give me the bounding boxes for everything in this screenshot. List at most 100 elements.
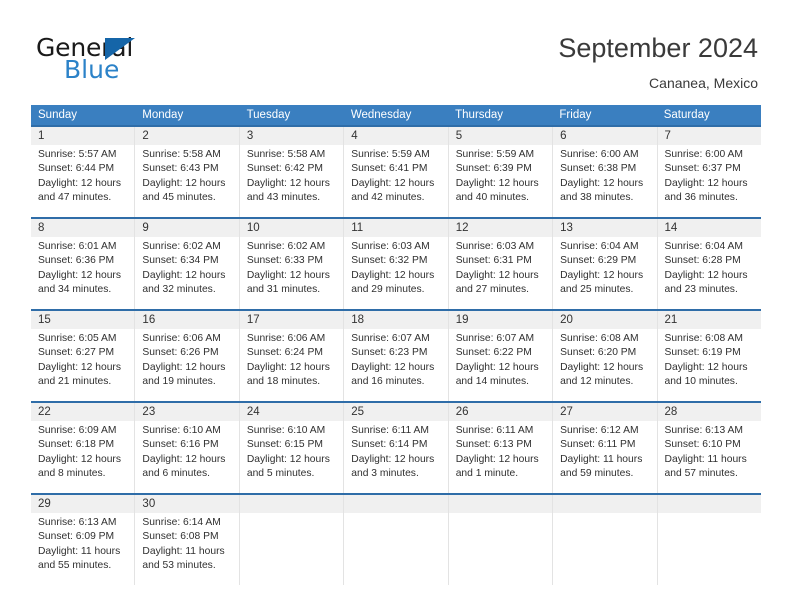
day-number[interactable]: 9 bbox=[135, 219, 240, 237]
sunrise-text: Sunrise: 5:58 AM bbox=[142, 149, 221, 160]
daylight-text-line1: Daylight: 12 hours bbox=[38, 177, 121, 189]
day-number[interactable]: 15 bbox=[31, 311, 136, 329]
page-location: Cananea, Mexico bbox=[649, 75, 758, 91]
day-number[interactable]: 29 bbox=[31, 495, 136, 513]
sunrise-text: Sunrise: 6:00 AM bbox=[664, 149, 743, 160]
daylight-text-line1: Daylight: 12 hours bbox=[142, 177, 226, 189]
day-cell[interactable]: Sunrise: 6:11 AM Sunset: 6:14 PM Dayligh… bbox=[344, 421, 449, 493]
sunset-text: Sunset: 6:20 PM bbox=[560, 347, 637, 359]
day-number[interactable]: 12 bbox=[449, 219, 554, 237]
day-number[interactable]: 27 bbox=[553, 403, 658, 421]
day-cell[interactable]: Sunrise: 6:12 AM Sunset: 6:11 PM Dayligh… bbox=[553, 421, 658, 493]
day-number[interactable]: 1 bbox=[31, 127, 136, 145]
daylight-text-line1: Daylight: 12 hours bbox=[142, 269, 226, 281]
day-number[interactable]: 13 bbox=[553, 219, 658, 237]
day-cell[interactable]: Sunrise: 5:59 AM Sunset: 6:41 PM Dayligh… bbox=[344, 145, 449, 217]
day-number[interactable]: 7 bbox=[658, 127, 761, 145]
day-cell[interactable]: Sunrise: 6:03 AM Sunset: 6:32 PM Dayligh… bbox=[344, 237, 449, 309]
daylight-text-line1: Daylight: 12 hours bbox=[351, 269, 435, 281]
day-cell[interactable]: Sunrise: 6:04 AM Sunset: 6:29 PM Dayligh… bbox=[553, 237, 658, 309]
day-cell[interactable]: Sunrise: 6:10 AM Sunset: 6:15 PM Dayligh… bbox=[240, 421, 345, 493]
day-cell[interactable]: Sunrise: 6:02 AM Sunset: 6:33 PM Dayligh… bbox=[240, 237, 345, 309]
sunrise-text: Sunrise: 5:59 AM bbox=[455, 149, 535, 160]
day-cell[interactable]: Sunrise: 6:00 AM Sunset: 6:38 PM Dayligh… bbox=[553, 145, 658, 217]
day-cell[interactable]: Sunrise: 6:13 AM Sunset: 6:09 PM Dayligh… bbox=[31, 513, 136, 585]
day-number[interactable]: 8 bbox=[31, 219, 136, 237]
day-number[interactable]: 28 bbox=[658, 403, 761, 421]
daylight-text-line2: and 36 minutes. bbox=[664, 191, 738, 203]
day-cell[interactable]: Sunrise: 5:59 AM Sunset: 6:39 PM Dayligh… bbox=[449, 145, 554, 217]
daylight-text-line1: Daylight: 12 hours bbox=[38, 453, 121, 465]
day-number[interactable]: 26 bbox=[449, 403, 554, 421]
day-cell[interactable]: Sunrise: 6:06 AM Sunset: 6:24 PM Dayligh… bbox=[240, 329, 345, 401]
daylight-text-line2: and 10 minutes. bbox=[664, 375, 738, 387]
day-cell[interactable]: Sunrise: 6:00 AM Sunset: 6:37 PM Dayligh… bbox=[658, 145, 761, 217]
sunset-text: Sunset: 6:38 PM bbox=[560, 163, 637, 175]
day-number[interactable]: 4 bbox=[344, 127, 449, 145]
day-cell[interactable]: Sunrise: 5:57 AM Sunset: 6:44 PM Dayligh… bbox=[31, 145, 136, 217]
sunrise-text: Sunrise: 6:07 AM bbox=[455, 333, 535, 344]
day-number[interactable]: 3 bbox=[240, 127, 345, 145]
day-cell[interactable]: Sunrise: 6:07 AM Sunset: 6:22 PM Dayligh… bbox=[449, 329, 554, 401]
day-cell[interactable]: Sunrise: 6:14 AM Sunset: 6:08 PM Dayligh… bbox=[135, 513, 240, 585]
daylight-text-line2: and 40 minutes. bbox=[455, 191, 529, 203]
sunrise-text: Sunrise: 6:08 AM bbox=[560, 333, 639, 344]
day-number[interactable]: 23 bbox=[135, 403, 240, 421]
sunset-text: Sunset: 6:19 PM bbox=[664, 347, 741, 359]
day-number[interactable]: 19 bbox=[449, 311, 554, 329]
daylight-text-line2: and 43 minutes. bbox=[246, 191, 321, 203]
day-number[interactable]: 25 bbox=[344, 403, 449, 421]
daylight-text-line1: Daylight: 12 hours bbox=[664, 269, 748, 281]
daylight-text-line2: and 23 minutes. bbox=[664, 283, 738, 295]
sunset-text: Sunset: 6:37 PM bbox=[664, 163, 741, 175]
week-row: 29 30 Sunrise: 6:13 AM Sunset: 6:09 PM D… bbox=[31, 493, 761, 585]
day-cell[interactable]: Sunrise: 6:08 AM Sunset: 6:19 PM Dayligh… bbox=[658, 329, 761, 401]
day-cell[interactable]: Sunrise: 5:58 AM Sunset: 6:43 PM Dayligh… bbox=[135, 145, 240, 217]
day-cell[interactable]: Sunrise: 6:11 AM Sunset: 6:13 PM Dayligh… bbox=[449, 421, 554, 493]
day-number[interactable]: 20 bbox=[553, 311, 658, 329]
day-cell[interactable]: Sunrise: 6:13 AM Sunset: 6:10 PM Dayligh… bbox=[658, 421, 761, 493]
day-number[interactable]: 24 bbox=[240, 403, 345, 421]
day-cell[interactable]: Sunrise: 6:01 AM Sunset: 6:36 PM Dayligh… bbox=[31, 237, 136, 309]
day-cell[interactable]: Sunrise: 6:09 AM Sunset: 6:18 PM Dayligh… bbox=[31, 421, 136, 493]
week-row: 8 9 10 11 12 13 14 Sunrise: 6:01 AM Suns… bbox=[31, 217, 761, 309]
daylight-text-line2: and 12 minutes. bbox=[560, 375, 634, 387]
day-cell[interactable]: Sunrise: 6:10 AM Sunset: 6:16 PM Dayligh… bbox=[135, 421, 240, 493]
day-cell[interactable]: Sunrise: 5:58 AM Sunset: 6:42 PM Dayligh… bbox=[240, 145, 345, 217]
sunset-text: Sunset: 6:43 PM bbox=[142, 163, 219, 175]
day-cell[interactable]: Sunrise: 6:05 AM Sunset: 6:27 PM Dayligh… bbox=[31, 329, 136, 401]
sunrise-text: Sunrise: 6:14 AM bbox=[142, 517, 221, 528]
sunrise-text: Sunrise: 6:13 AM bbox=[38, 517, 117, 528]
daylight-text-line1: Daylight: 12 hours bbox=[142, 453, 226, 465]
day-number[interactable]: 21 bbox=[658, 311, 761, 329]
daylight-text-line2: and 38 minutes. bbox=[560, 191, 634, 203]
sunset-text: Sunset: 6:15 PM bbox=[246, 439, 323, 451]
day-number[interactable]: 17 bbox=[240, 311, 345, 329]
day-number-empty bbox=[240, 495, 345, 513]
sunset-text: Sunset: 6:09 PM bbox=[38, 531, 115, 543]
day-number[interactable]: 18 bbox=[344, 311, 449, 329]
day-number[interactable]: 22 bbox=[31, 403, 136, 421]
day-number[interactable]: 2 bbox=[135, 127, 240, 145]
day-cell[interactable]: Sunrise: 6:08 AM Sunset: 6:20 PM Dayligh… bbox=[553, 329, 658, 401]
day-cell[interactable]: Sunrise: 6:02 AM Sunset: 6:34 PM Dayligh… bbox=[135, 237, 240, 309]
sunrise-text: Sunrise: 6:10 AM bbox=[142, 425, 221, 436]
sunset-text: Sunset: 6:13 PM bbox=[455, 439, 532, 451]
day-number[interactable]: 6 bbox=[553, 127, 658, 145]
sunset-text: Sunset: 6:39 PM bbox=[455, 163, 532, 175]
day-number[interactable]: 16 bbox=[135, 311, 240, 329]
day-number[interactable]: 14 bbox=[658, 219, 761, 237]
daylight-text-line2: and 19 minutes. bbox=[142, 375, 216, 387]
week-detail-band: Sunrise: 6:01 AM Sunset: 6:36 PM Dayligh… bbox=[31, 237, 761, 309]
day-number[interactable]: 10 bbox=[240, 219, 345, 237]
daylight-text-line1: Daylight: 12 hours bbox=[351, 361, 435, 373]
daylight-text-line2: and 6 minutes. bbox=[142, 467, 210, 479]
day-number[interactable]: 5 bbox=[449, 127, 554, 145]
day-cell[interactable]: Sunrise: 6:07 AM Sunset: 6:23 PM Dayligh… bbox=[344, 329, 449, 401]
day-number[interactable]: 11 bbox=[344, 219, 449, 237]
day-number[interactable]: 30 bbox=[135, 495, 240, 513]
day-cell[interactable]: Sunrise: 6:06 AM Sunset: 6:26 PM Dayligh… bbox=[135, 329, 240, 401]
day-cell[interactable]: Sunrise: 6:04 AM Sunset: 6:28 PM Dayligh… bbox=[658, 237, 761, 309]
day-cell[interactable]: Sunrise: 6:03 AM Sunset: 6:31 PM Dayligh… bbox=[449, 237, 554, 309]
week-detail-band: Sunrise: 6:13 AM Sunset: 6:09 PM Dayligh… bbox=[31, 513, 761, 585]
